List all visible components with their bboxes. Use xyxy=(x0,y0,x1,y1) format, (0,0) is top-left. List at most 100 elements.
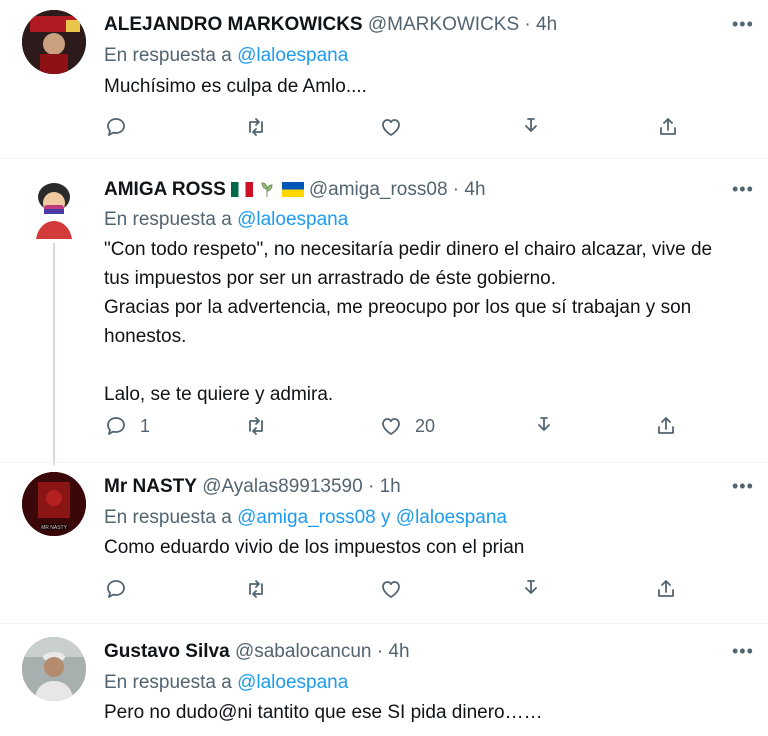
display-name[interactable]: Gustavo Silva xyxy=(104,641,230,662)
reply-context: En respuesta a @laloespana xyxy=(104,672,348,694)
tweet-text: Como eduardo vivio de los impuestos con … xyxy=(104,533,759,562)
more-options-button[interactable]: ••• xyxy=(732,641,754,662)
more-options-button[interactable]: ••• xyxy=(732,179,754,200)
action-bar xyxy=(104,115,684,145)
avatar[interactable] xyxy=(22,175,86,239)
retweet-button[interactable] xyxy=(244,115,280,139)
retweet-button[interactable] xyxy=(244,577,280,601)
download-icon xyxy=(525,580,537,594)
more-options-button[interactable]: ••• xyxy=(732,476,754,497)
reply-button[interactable] xyxy=(104,577,140,601)
avatar-caption: MR NASTY xyxy=(41,525,68,531)
download-button[interactable] xyxy=(519,115,543,139)
avatar-image xyxy=(22,637,86,701)
share-icon xyxy=(658,580,674,597)
share-button[interactable] xyxy=(654,577,678,601)
avatar[interactable]: MR NASTY xyxy=(22,472,86,536)
tweet-3[interactable]: MR NASTY Mr NASTY @Ayalas89913590 · 1h •… xyxy=(0,463,768,623)
share-button[interactable] xyxy=(654,414,678,438)
share-icon xyxy=(660,118,676,135)
tweet-header: AMIGA ROSS @amiga_ross08 · 4h xyxy=(104,179,486,201)
like-count: 20 xyxy=(415,415,436,436)
download-icon xyxy=(525,118,537,132)
tweet-text: "Con todo respeto", no necesitaría pedir… xyxy=(104,235,759,409)
tweet-header: ALEJANDRO MARKOWICKS @MARKOWICKS · 4h xyxy=(104,14,557,36)
separator-dot: · xyxy=(376,641,384,662)
tweet-text: Pero no dudo@ni tantito que ese SI pida … xyxy=(104,698,759,727)
like-button[interactable] xyxy=(379,115,415,139)
reply-to-link[interactable]: @laloespana xyxy=(237,209,348,230)
tweet-header: Mr NASTY @Ayalas89913590 · 1h xyxy=(104,476,401,498)
tweet-header: Gustavo Silva @sabalocancun · 4h xyxy=(104,641,410,663)
like-icon xyxy=(382,119,400,136)
separator-dot: · xyxy=(524,14,531,35)
avatar[interactable] xyxy=(22,637,86,701)
reply-icon xyxy=(107,118,125,136)
handle[interactable]: @sabalocancun xyxy=(235,641,372,662)
retweet-icon xyxy=(249,417,263,435)
like-button[interactable] xyxy=(379,577,415,601)
download-button[interactable] xyxy=(519,577,543,601)
display-name[interactable]: Mr NASTY xyxy=(104,476,197,497)
share-button[interactable] xyxy=(656,115,680,139)
tweet-text-line: Muchísimo es culpa de Amlo.... xyxy=(104,76,367,97)
reply-context: En respuesta a @laloespana xyxy=(104,209,348,231)
reply-button[interactable]: 1 xyxy=(104,414,150,438)
handle[interactable]: @Ayalas89913590 xyxy=(202,476,363,497)
reply-icon xyxy=(107,580,125,598)
handle[interactable]: @amiga_ross08 xyxy=(309,179,448,200)
reply-to-link[interactable]: @laloespana xyxy=(237,672,348,693)
timestamp[interactable]: 4h xyxy=(464,179,485,200)
tweet-text-line: Gracias por la advertencia, me preocupo … xyxy=(104,297,692,318)
retweet-icon xyxy=(249,580,263,598)
reply-prefix: En respuesta a xyxy=(104,209,232,230)
timestamp[interactable]: 4h xyxy=(536,14,557,35)
tweet-text: Muchísimo es culpa de Amlo.... xyxy=(104,72,759,101)
tweet-text-line: tus impuestos por ser un arrastrado de é… xyxy=(104,268,557,289)
tweet-4[interactable]: Gustavo Silva @sabalocancun · 4h ••• En … xyxy=(0,624,768,736)
reply-context: En respuesta a @laloespana xyxy=(104,45,348,67)
avatar[interactable] xyxy=(22,10,86,74)
tweet-text-line: Pero no dudo@ni tantito que ese SI pida … xyxy=(104,702,543,723)
retweet-button[interactable] xyxy=(244,414,280,438)
avatar-image xyxy=(22,175,86,239)
reply-to-link[interactable]: @amiga_ross08 y @laloespana xyxy=(237,507,507,528)
reply-icon xyxy=(107,417,125,435)
action-bar: 1 20 xyxy=(104,414,684,444)
retweet-icon xyxy=(249,118,263,136)
display-name[interactable]: AMIGA ROSS xyxy=(104,179,226,200)
like-icon xyxy=(382,418,400,435)
thread-line xyxy=(53,243,55,465)
more-options-button[interactable]: ••• xyxy=(732,14,754,35)
display-name[interactable]: ALEJANDRO MARKOWICKS xyxy=(104,14,363,35)
avatar-image: MR NASTY xyxy=(22,472,86,536)
like-button[interactable]: 20 xyxy=(379,414,435,438)
tweet-2[interactable]: AMIGA ROSS @amiga_ross08 · 4h ••• En res… xyxy=(0,159,768,465)
reply-prefix: En respuesta a xyxy=(104,45,232,66)
reply-context: En respuesta a @amiga_ross08 y @laloespa… xyxy=(104,507,507,529)
separator-dot: · xyxy=(367,476,375,497)
reply-prefix: En respuesta a xyxy=(104,507,232,528)
tweet-text-line xyxy=(104,351,759,380)
handle[interactable]: @MARKOWICKS xyxy=(368,14,519,35)
action-bar xyxy=(104,577,684,607)
timestamp[interactable]: 1h xyxy=(380,476,401,497)
reply-button[interactable] xyxy=(104,115,140,139)
tweet-text-line: Como eduardo vivio de los impuestos con … xyxy=(104,537,525,558)
share-icon xyxy=(658,417,674,434)
download-icon xyxy=(538,417,550,431)
tweet-1[interactable]: ALEJANDRO MARKOWICKS @MARKOWICKS · 4h ••… xyxy=(0,0,768,158)
plant-icon xyxy=(258,180,276,198)
timestamp[interactable]: 4h xyxy=(388,641,409,662)
reply-to-link[interactable]: @laloespana xyxy=(237,45,348,66)
tweet-text-line: honestos. xyxy=(104,326,187,347)
download-button[interactable] xyxy=(532,414,556,438)
avatar-image xyxy=(22,10,86,74)
tweet-text-line: "Con todo respeto", no necesitaría pedir… xyxy=(104,239,713,260)
reply-count: 1 xyxy=(140,415,151,436)
tweet-text-line: Lalo, se te quiere y admira. xyxy=(104,384,334,405)
like-icon xyxy=(382,581,400,598)
flag-ukraine-icon xyxy=(281,182,304,197)
reply-prefix: En respuesta a xyxy=(104,672,232,693)
flag-mexico-icon xyxy=(231,182,254,197)
